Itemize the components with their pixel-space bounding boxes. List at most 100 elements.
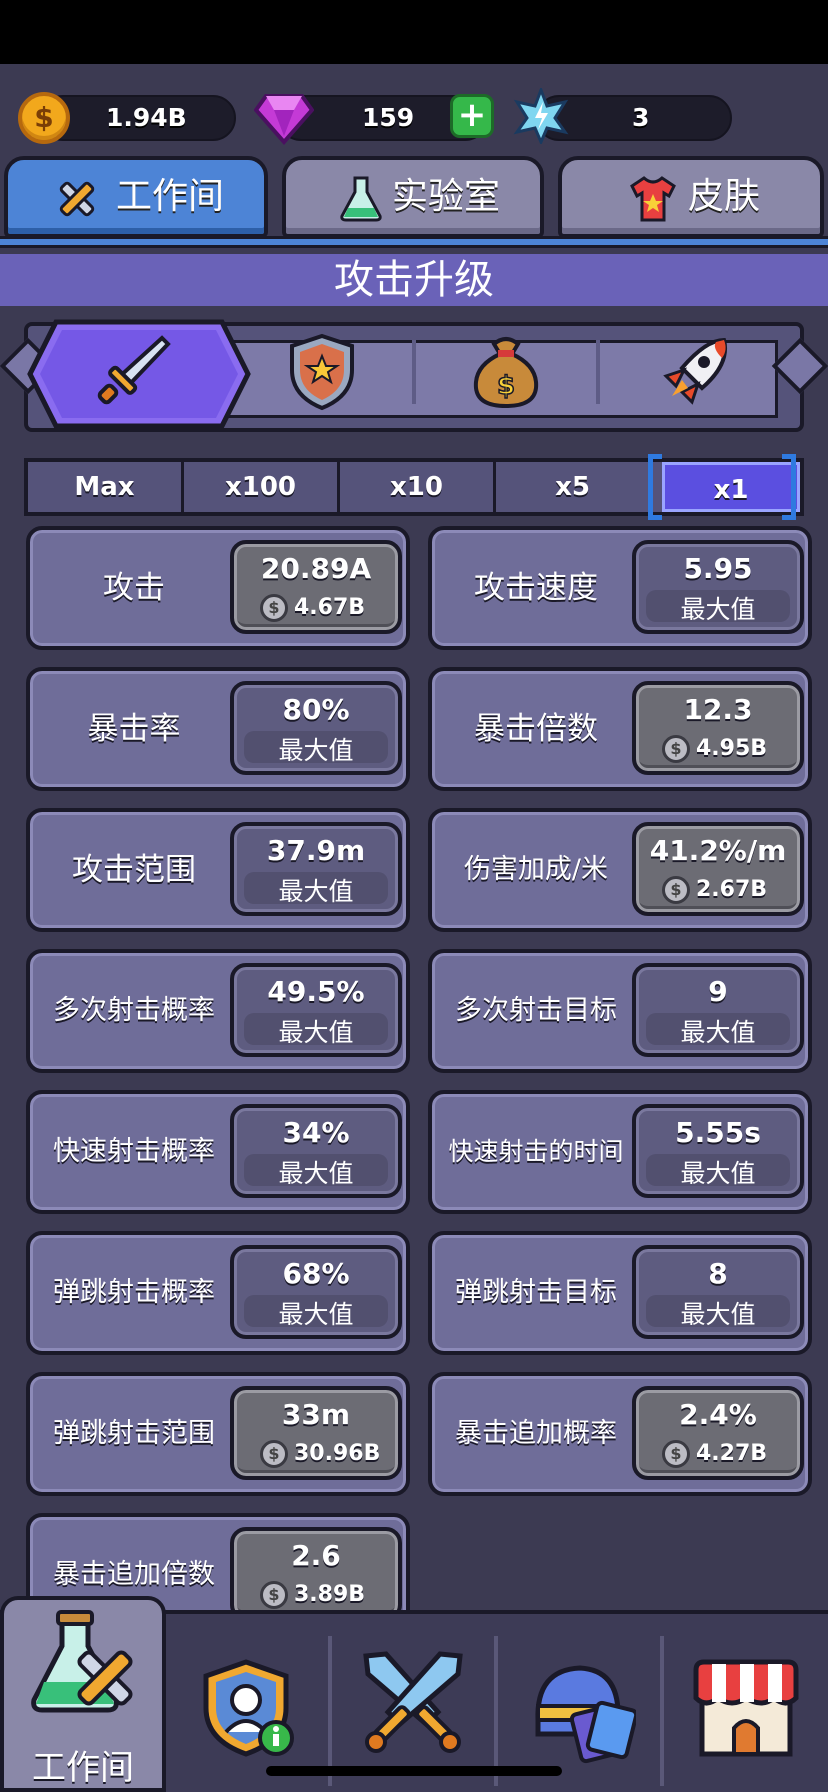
upgrade-cost: $4.67B [252, 592, 380, 624]
upgrade-cost-value: 4.95B [696, 736, 768, 761]
upgrade-card: 快速射击概率 34% 最大值 [26, 1090, 410, 1214]
upgrade-card: 弹跳射击概率 68% 最大值 [26, 1231, 410, 1355]
upgrade-value: 5.95 [683, 552, 753, 585]
coin-icon: $ [662, 1440, 690, 1468]
upgrade-value: 41.2%/m [649, 834, 787, 867]
tab-workshop[interactable]: 工作间 [4, 156, 268, 238]
coin-icon: $ [662, 876, 690, 904]
gem-amount: 159 [362, 103, 415, 132]
upgrade-name: 多次射击目标 [455, 995, 617, 1026]
nav-workshop[interactable]: 工作间 [0, 1596, 166, 1792]
home-indicator[interactable] [266, 1766, 562, 1776]
upgrade-name: 暴击率 [87, 711, 181, 747]
tab-lab[interactable]: 实验室 [282, 156, 544, 238]
coin-amount: 1.94B [106, 103, 187, 132]
upgrade-card: 暴击追加概率 2.4% $4.27B [428, 1372, 812, 1496]
tab-workshop-label: 工作间 [116, 176, 225, 217]
upgrade-max-label: 最大值 [278, 1300, 354, 1329]
upgrade-maxed-badge: 80% 最大值 [230, 681, 402, 775]
crossed-swords-icon [363, 1651, 463, 1753]
upgrade-buy-button[interactable]: 2.6 $3.89B [230, 1527, 402, 1621]
rocket-icon[interactable] [654, 330, 738, 414]
upgrade-max-label: 最大值 [278, 1159, 354, 1188]
upgrade-card: 弹跳射击范围 33m $30.96B [26, 1372, 410, 1496]
upgrade-name: 弹跳射击目标 [455, 1277, 617, 1308]
svg-text:$: $ [497, 371, 515, 401]
star-amount: 3 [632, 103, 650, 132]
upgrade-max-label: 最大值 [680, 1300, 756, 1329]
upgrade-card: 暴击倍数 12.3 $4.95B [428, 667, 812, 791]
multiplier-x100[interactable]: x100 [184, 462, 340, 512]
shirt-icon [630, 176, 676, 222]
upgrade-cost: $3.89B [252, 1579, 380, 1611]
upgrade-maxed-badge: 5.95 最大值 [632, 540, 804, 634]
upgrade-value: 8 [708, 1257, 728, 1290]
upgrade-name: 攻击速度 [474, 570, 598, 606]
upgrade-value: 80% [282, 693, 350, 726]
upgrade-card: 攻击范围 37.9m 最大值 [26, 808, 410, 932]
upgrade-name: 快速射击概率 [53, 1136, 215, 1167]
money-bag-icon[interactable]: $ [464, 330, 548, 414]
multiplier-x1[interactable]: x1 [662, 462, 800, 512]
upgrade-cost: $2.67B [654, 874, 782, 906]
coin-icon: $ [260, 1581, 288, 1609]
upgrade-name: 攻击 [103, 570, 165, 606]
upgrade-card: 弹跳射击目标 8 最大值 [428, 1231, 812, 1355]
upgrade-buy-button[interactable]: 12.3 $4.95B [632, 681, 804, 775]
upgrade-max-label: 最大值 [278, 736, 354, 765]
upgrade-name: 暴击倍数 [474, 711, 598, 747]
upgrade-name: 多次射击概率 [53, 995, 215, 1026]
nav-workshop-label: 工作间 [32, 1748, 134, 1788]
upgrade-value: 34% [282, 1116, 350, 1149]
multiplier-x10[interactable]: x10 [340, 462, 496, 512]
upgrade-max-label: 最大值 [680, 595, 756, 624]
upgrade-buy-button[interactable]: 2.4% $4.27B [632, 1386, 804, 1480]
upgrade-cost-value: 4.27B [696, 1441, 768, 1466]
upgrade-card: 多次射击概率 49.5% 最大值 [26, 949, 410, 1073]
multiplier-x5[interactable]: x5 [496, 462, 652, 512]
profile-badge-icon [203, 1659, 294, 1757]
gem-icon [254, 94, 314, 146]
upgrade-value: 9 [708, 975, 728, 1008]
upgrade-buy-button[interactable]: 33m $30.96B [230, 1386, 402, 1480]
multiplier-max[interactable]: Max [28, 462, 184, 512]
upgrade-maxed-badge: 34% 最大值 [230, 1104, 402, 1198]
upgrade-name: 弹跳射击概率 [53, 1277, 215, 1308]
multiplier-selector: Max x100 x10 x5 x1 [24, 458, 804, 516]
upgrade-value: 33m [281, 1398, 351, 1431]
upgrade-buy-button[interactable]: 41.2%/m $2.67B [632, 822, 804, 916]
upgrade-maxed-badge: 5.55s 最大值 [632, 1104, 804, 1198]
upgrade-cost-value: 30.96B [294, 1441, 381, 1466]
upgrade-cost: $4.95B [654, 733, 782, 765]
upgrade-max-label: 最大值 [680, 1018, 756, 1047]
status-bar [0, 0, 828, 64]
upgrade-value: 20.89A [260, 552, 372, 585]
sword-icon [97, 335, 171, 405]
upgrade-maxed-badge: 8 最大值 [632, 1245, 804, 1339]
upgrade-name: 暴击追加概率 [455, 1418, 617, 1449]
upgrade-buy-button[interactable]: 20.89A $4.67B [230, 540, 402, 634]
tab-lab-label: 实验室 [392, 176, 501, 217]
upgrade-value: 2.6 [291, 1539, 341, 1572]
upgrade-card: 伤害加成/米 41.2%/m $2.67B [428, 808, 812, 932]
coin-icon: $ [260, 1440, 288, 1468]
upgrade-value: 5.55s [675, 1116, 761, 1149]
upgrade-card: 快速射击的时间 5.55s 最大值 [428, 1090, 812, 1214]
upgrade-maxed-badge: 49.5% 最大值 [230, 963, 402, 1057]
upgrade-max-label: 最大值 [278, 877, 354, 906]
upgrade-value: 49.5% [267, 975, 365, 1008]
tab-underline [0, 236, 828, 248]
flask-icon [340, 176, 382, 222]
add-gems-button[interactable]: + [450, 94, 494, 138]
tab-skins[interactable]: 皮肤 [558, 156, 824, 238]
coin-icon: $ [260, 594, 288, 622]
nav-shop[interactable] [664, 1614, 828, 1792]
upgrade-value: 68% [282, 1257, 350, 1290]
shop-icon [693, 1659, 799, 1757]
upgrade-name: 攻击范围 [72, 852, 196, 888]
coin-icon: $ [662, 735, 690, 763]
upgrade-maxed-badge: 68% 最大值 [230, 1245, 402, 1339]
shield-icon[interactable] [280, 330, 364, 414]
upgrade-card: 攻击速度 5.95 最大值 [428, 526, 812, 650]
upgrade-cost-value: 3.89B [294, 1582, 366, 1607]
